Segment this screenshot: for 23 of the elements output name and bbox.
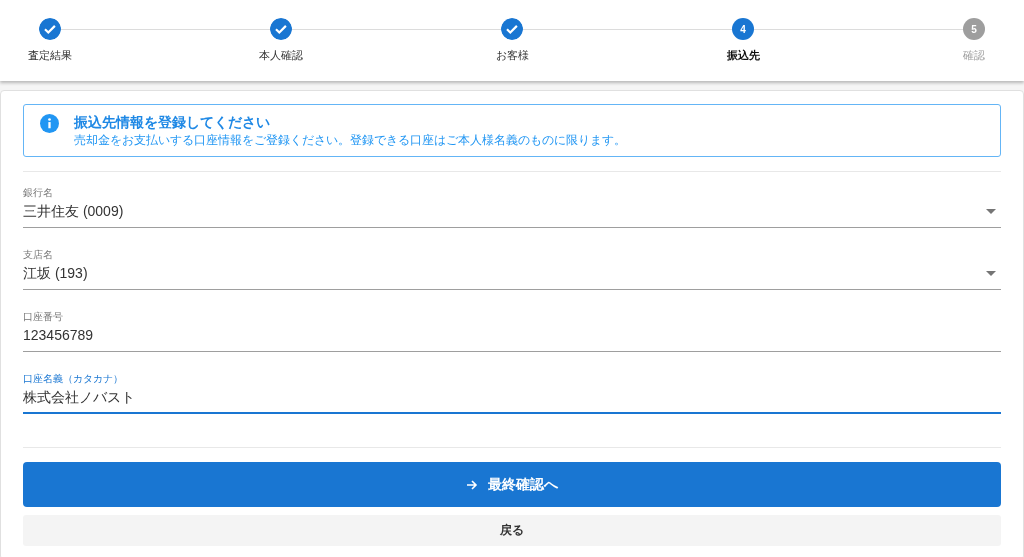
field-label: 支店名 (23, 248, 54, 262)
select-field[interactable]: 銀行名 三井住友 (0009) (23, 186, 1001, 228)
input-field[interactable]: 口座名義（カタカナ） 株式会社ノバスト (23, 372, 1001, 414)
field-label: 銀行名 (23, 186, 54, 200)
field-label: 口座番号 (23, 310, 64, 324)
arrow-right-icon (466, 478, 478, 491)
step-label: 振込先 (726, 48, 760, 63)
step-label: 査定結果 (28, 48, 72, 63)
step-label: 本人確認 (259, 48, 303, 63)
notice-message: 売却金をお支払いする口座情報をご登録ください。登録できる口座はご本人様名義のものに限ります。 (74, 132, 626, 149)
final-confirm-button[interactable]: 最終確認へ (23, 462, 1001, 507)
step-number: 4 (732, 18, 754, 40)
notice-title: 振込先情報を登録してください (74, 113, 271, 131)
info-icon (40, 114, 59, 133)
field-label: 口座名義（カタカナ） (23, 372, 124, 386)
step-label: お客様 (495, 48, 529, 63)
select-field[interactable]: 支店名 江坂 (193) (23, 248, 1001, 290)
step-label: 確認 (963, 48, 985, 63)
caret-icon (986, 270, 996, 276)
caret-icon (986, 208, 996, 214)
input-field[interactable]: 口座番号 123456789 (23, 310, 1001, 352)
step-number: 5 (963, 18, 985, 40)
back-button[interactable]: 戻る (23, 515, 1001, 546)
